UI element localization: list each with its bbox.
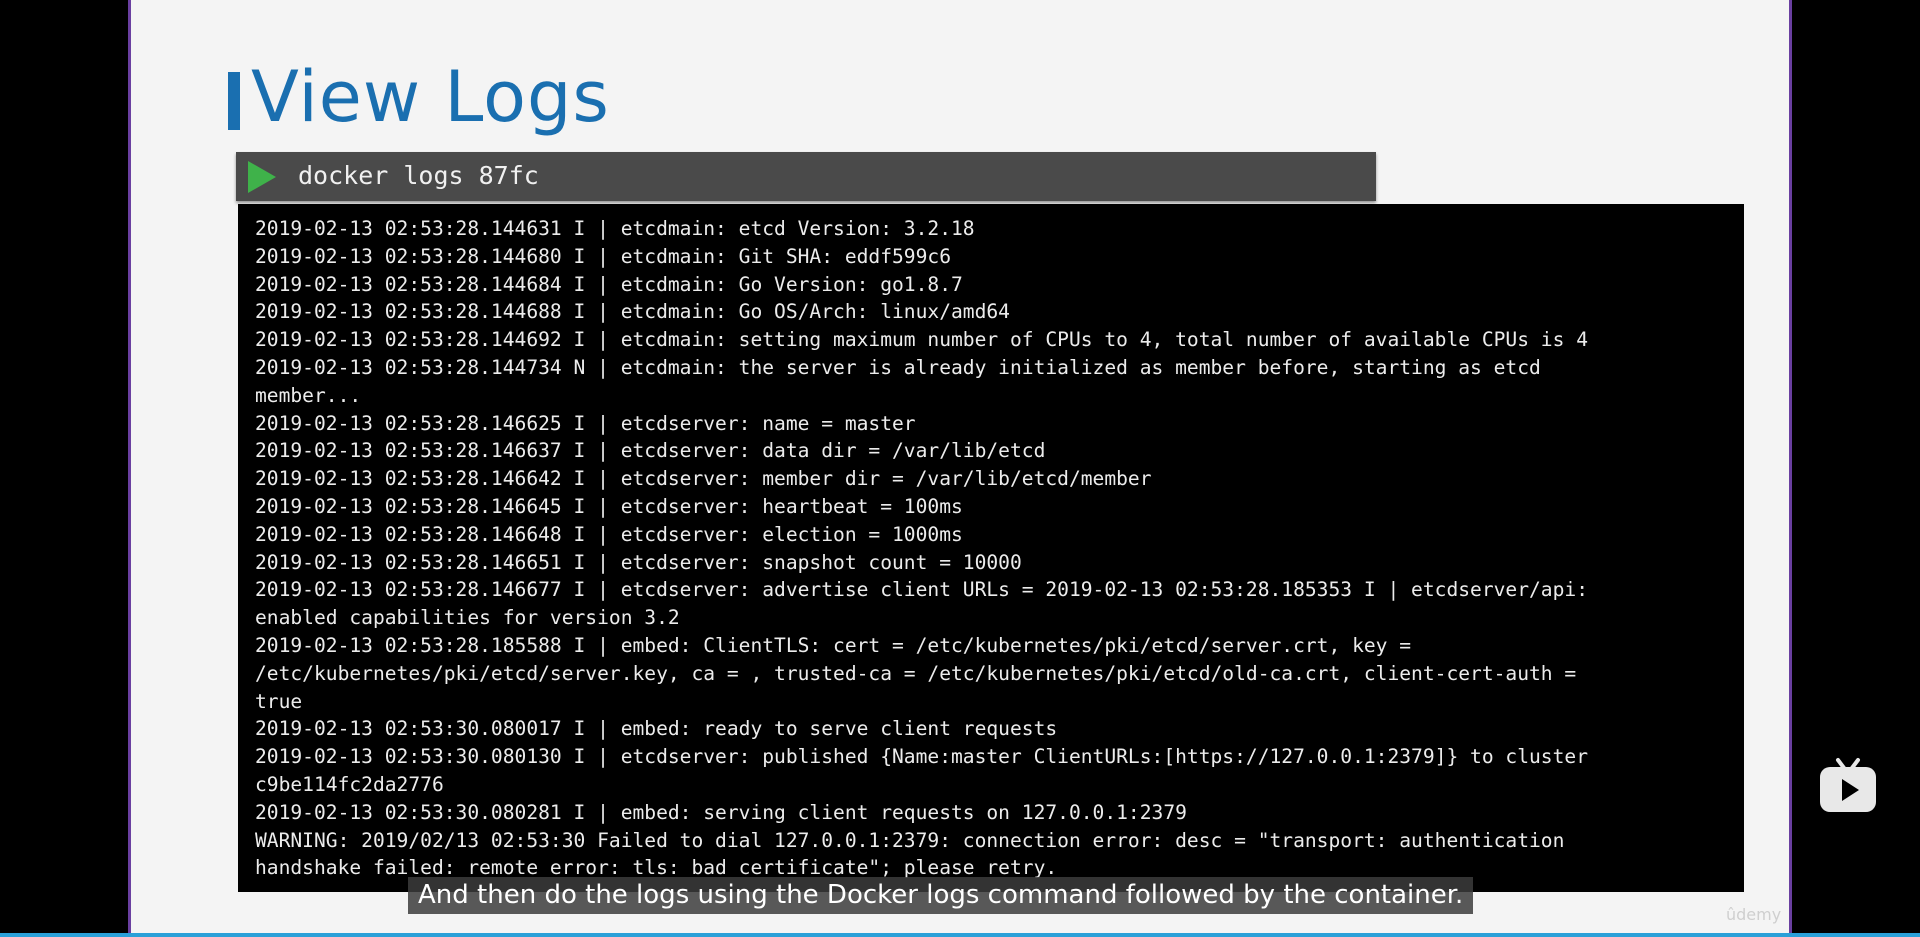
slide-title: View Logs <box>251 56 610 138</box>
slide: View Logs docker logs 87fc 2019-02-13 02… <box>128 0 1792 933</box>
log-line: 2019-02-13 02:53:28.144684 I | etcdmain:… <box>255 272 963 296</box>
log-line: 2019-02-13 02:53:28.144734 N | etcdmain:… <box>255 355 1541 379</box>
udemy-watermark: ûdemy <box>1726 905 1782 924</box>
log-line: 2019-02-13 02:53:28.146677 I | etcdserve… <box>255 578 1588 602</box>
log-line: 2019-02-13 02:53:28.144692 I | etcdmain:… <box>255 328 1588 352</box>
log-line: 2019-02-13 02:53:28.146651 I | etcdserve… <box>255 550 1022 574</box>
log-line: 2019-02-13 02:53:30.080281 I | embed: se… <box>255 800 1187 824</box>
log-line: /etc/kubernetes/pki/etcd/server.key, ca … <box>255 661 1577 685</box>
log-line: 2019-02-13 02:53:28.146637 I | etcdserve… <box>255 439 1046 463</box>
log-line: 2019-02-13 02:53:28.144688 I | etcdmain:… <box>255 300 1010 324</box>
terminal-output: 2019-02-13 02:53:28.144631 I | etcdmain:… <box>238 204 1744 892</box>
log-line: 2019-02-13 02:53:28.144680 I | etcdmain:… <box>255 244 951 268</box>
log-line: member... <box>255 383 362 407</box>
play-icon <box>248 161 276 193</box>
video-player[interactable]: View Logs docker logs 87fc 2019-02-13 02… <box>0 0 1920 937</box>
video-caption: And then do the logs using the Docker lo… <box>408 877 1474 914</box>
log-line: true <box>255 689 303 713</box>
log-line: 2019-02-13 02:53:28.185588 I | embed: Cl… <box>255 633 1412 657</box>
log-line: WARNING: 2019/02/13 02:53:30 Failed to d… <box>255 828 1565 852</box>
log-line: 2019-02-13 02:53:30.080130 I | etcdserve… <box>255 745 1588 769</box>
log-line: 2019-02-13 02:53:28.146645 I | etcdserve… <box>255 494 963 518</box>
tv-player-icon[interactable] <box>1818 756 1878 816</box>
command-text: docker logs 87fc <box>298 161 539 190</box>
log-line: 2019-02-13 02:53:28.146642 I | etcdserve… <box>255 467 1152 491</box>
log-line: 2019-02-13 02:53:28.146625 I | etcdserve… <box>255 411 916 435</box>
title-accent-bar <box>228 72 240 130</box>
log-line: 2019-02-13 02:53:28.144631 I | etcdmain:… <box>255 217 975 240</box>
progress-bar[interactable] <box>0 933 1920 937</box>
command-bar: docker logs 87fc <box>236 152 1376 201</box>
log-line: 2019-02-13 02:53:28.146648 I | etcdserve… <box>255 522 963 546</box>
log-line: c9be114fc2da2776 <box>255 772 444 796</box>
log-line: 2019-02-13 02:53:30.080017 I | embed: re… <box>255 717 1058 741</box>
log-line: enabled capabilities for version 3.2 <box>255 606 680 630</box>
